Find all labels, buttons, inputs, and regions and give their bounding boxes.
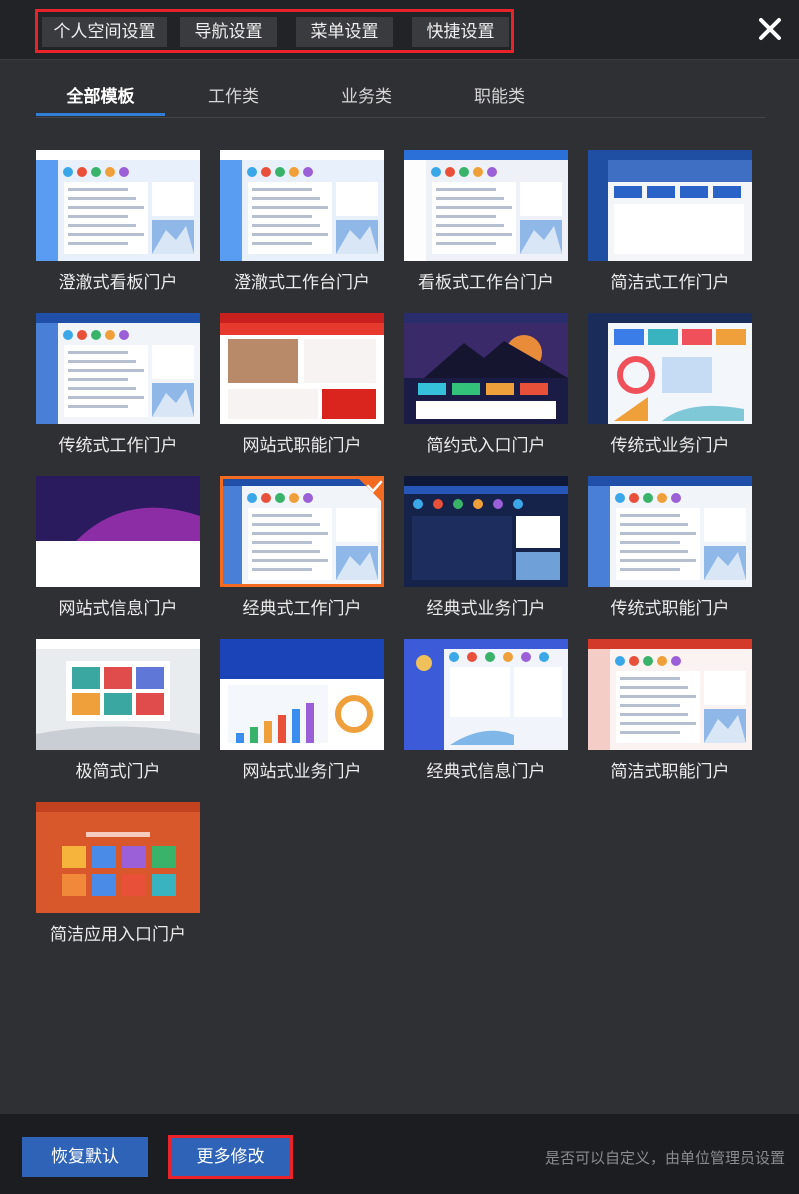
template-card[interactable]: 看板式工作台门户 <box>404 150 568 293</box>
template-card[interactable]: 简洁式工作门户 <box>588 150 752 293</box>
footer-bar: 恢复默认 更多修改 是否可以自定义，由单位管理员设置 <box>0 1114 799 1194</box>
top-bar: 个人空间设置 导航设置 菜单设置 快捷设置 <box>0 0 799 60</box>
shortcut-settings-button[interactable]: 快捷设置 <box>412 17 509 47</box>
template-thumbnail[interactable] <box>588 313 752 424</box>
template-card[interactable]: 简洁式职能门户 <box>588 639 752 782</box>
template-thumbnail[interactable] <box>220 313 384 424</box>
template-label: 传统式业务门户 <box>610 436 730 456</box>
template-card[interactable]: 澄澈式工作台门户 <box>220 150 384 293</box>
template-thumbnail[interactable] <box>404 639 568 750</box>
template-thumbnail[interactable] <box>588 639 752 750</box>
restore-default-button[interactable]: 恢复默认 <box>22 1137 148 1177</box>
close-icon[interactable] <box>755 14 785 44</box>
more-changes-button[interactable]: 更多修改 <box>168 1135 293 1179</box>
tab-business[interactable]: 业务类 <box>319 82 414 116</box>
template-card[interactable]: 极简式门户 <box>36 639 200 782</box>
template-thumbnail[interactable] <box>36 313 200 424</box>
template-card[interactable]: 网站式信息门户 <box>36 476 200 619</box>
template-thumbnail[interactable] <box>36 150 200 261</box>
template-thumbnail[interactable] <box>588 476 752 587</box>
template-card[interactable]: 简约式入口门户 <box>404 313 568 456</box>
template-label: 网站式职能门户 <box>242 436 362 456</box>
template-label: 经典式业务门户 <box>426 599 546 619</box>
template-thumbnail[interactable] <box>220 150 384 261</box>
template-label: 经典式信息门户 <box>426 762 546 782</box>
tab-all-templates[interactable]: 全部模板 <box>36 82 165 116</box>
template-card[interactable]: 传统式工作门户 <box>36 313 200 456</box>
active-tab-indicator <box>36 113 165 116</box>
template-label: 简约式入口门户 <box>426 436 546 456</box>
template-label: 简洁应用入口门户 <box>50 925 186 945</box>
template-thumbnail[interactable] <box>588 150 752 261</box>
template-label: 澄澈式看板门户 <box>58 273 178 293</box>
customization-hint: 是否可以自定义，由单位管理员设置 <box>544 1149 785 1167</box>
template-label: 简洁式工作门户 <box>610 273 730 293</box>
template-thumbnail[interactable] <box>36 639 200 750</box>
template-label: 传统式工作门户 <box>58 436 178 456</box>
selected-check-icon <box>356 476 384 504</box>
template-thumbnail[interactable] <box>404 313 568 424</box>
template-card[interactable]: 经典式工作门户 <box>220 476 384 619</box>
personal-space-settings-button[interactable]: 个人空间设置 <box>42 17 167 47</box>
template-card[interactable]: 澄澈式看板门户 <box>36 150 200 293</box>
template-thumbnail[interactable] <box>404 476 568 587</box>
tab-work[interactable]: 工作类 <box>186 82 281 116</box>
template-card[interactable]: 传统式业务门户 <box>588 313 752 456</box>
template-label: 极简式门户 <box>75 762 161 782</box>
template-card[interactable]: 简洁应用入口门户 <box>36 802 200 945</box>
template-card[interactable]: 经典式信息门户 <box>404 639 568 782</box>
template-card[interactable]: 网站式业务门户 <box>220 639 384 782</box>
template-label: 经典式工作门户 <box>242 599 362 619</box>
template-thumbnail[interactable] <box>220 476 384 587</box>
template-grid: 澄澈式看板门户 澄澈式工作台门户 看板式工作台门户 简洁式工作门户 传统式工作门户 网站式… <box>36 150 756 950</box>
template-card[interactable]: 传统式职能门户 <box>588 476 752 619</box>
template-thumbnail[interactable] <box>404 150 568 261</box>
template-label: 网站式业务门户 <box>242 762 362 782</box>
menu-settings-button[interactable]: 菜单设置 <box>296 17 393 47</box>
template-card[interactable]: 网站式职能门户 <box>220 313 384 456</box>
template-label: 看板式工作台门户 <box>418 273 554 293</box>
template-label: 简洁式职能门户 <box>610 762 730 782</box>
template-label: 传统式职能门户 <box>610 599 730 619</box>
template-card[interactable]: 经典式业务门户 <box>404 476 568 619</box>
template-label: 网站式信息门户 <box>58 599 178 619</box>
navigation-settings-button[interactable]: 导航设置 <box>180 17 277 47</box>
settings-group: 个人空间设置 导航设置 菜单设置 快捷设置 <box>35 9 514 53</box>
template-thumbnail[interactable] <box>36 476 200 587</box>
template-tabs: 全部模板 工作类 业务类 职能类 <box>36 72 765 118</box>
template-label: 澄澈式工作台门户 <box>234 273 370 293</box>
tab-function[interactable]: 职能类 <box>452 82 547 116</box>
template-thumbnail[interactable] <box>220 639 384 750</box>
template-thumbnail[interactable] <box>36 802 200 913</box>
